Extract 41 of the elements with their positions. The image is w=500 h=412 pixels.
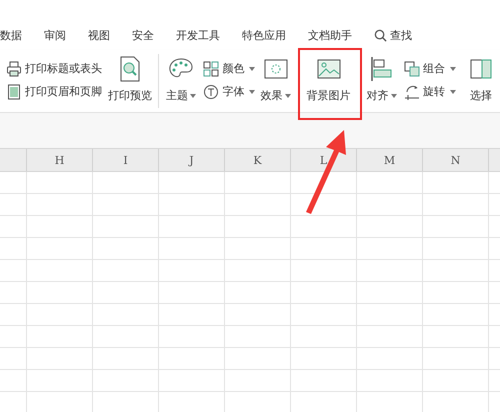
column-header[interactable]: J — [158, 149, 224, 171]
ribbon-tab[interactable]: 审阅 — [44, 28, 66, 42]
ribbon-button[interactable]: 效果 — [257, 50, 294, 103]
highlight-frame — [298, 48, 362, 120]
page-icon — [6, 84, 22, 100]
group-icon — [404, 60, 420, 76]
ribbon-tab[interactable]: 开发工具 — [176, 28, 220, 42]
ribbon-button[interactable]: 旋转 — [404, 80, 460, 103]
ribbon-button[interactable]: 颜色 — [203, 57, 258, 80]
ribbon-tab[interactable]: 视图 — [88, 28, 110, 42]
column-header[interactable]: N — [422, 149, 488, 171]
ribbon-tab[interactable]: 特色应用 — [242, 28, 286, 42]
rotate-icon — [404, 84, 420, 100]
ribbon-button[interactable]: 打印标题或表头 — [6, 57, 106, 80]
caret-icon — [284, 94, 291, 98]
font-icon — [203, 84, 220, 100]
column-header[interactable]: K — [224, 149, 290, 171]
ribbon-button[interactable]: 对齐 — [363, 50, 400, 103]
ribbon-tab[interactable]: 安全 — [132, 28, 154, 42]
caret-icon — [450, 90, 456, 94]
caret-icon — [190, 94, 196, 98]
column-header[interactable]: M — [356, 149, 422, 171]
printer-icon — [6, 60, 22, 76]
ribbon-button[interactable]: 字体 — [203, 80, 258, 103]
ribbon-button[interactable]: 组合 — [404, 57, 460, 80]
ribbon-button[interactable]: 打印页眉和页脚 — [6, 80, 106, 103]
search-icon — [374, 28, 387, 42]
ribbon-button[interactable]: 背景图片 — [298, 50, 360, 103]
caret-icon — [249, 90, 256, 94]
ribbon-button[interactable]: 打印预览 — [106, 50, 154, 103]
caret-icon — [249, 66, 256, 70]
search-button[interactable]: 查找 — [374, 28, 412, 42]
ribbon-button[interactable]: 选择 — [462, 50, 500, 103]
caret-icon — [390, 94, 397, 98]
grid-icon — [203, 60, 220, 76]
column-header[interactable]: I — [92, 149, 158, 171]
ribbon-tab[interactable]: 数据 — [0, 28, 22, 42]
column-header[interactable]: H — [26, 149, 92, 171]
ribbon-button[interactable]: 主题 — [162, 50, 200, 103]
ribbon-tab[interactable]: 文档助手 — [308, 28, 352, 42]
caret-icon — [450, 66, 456, 70]
